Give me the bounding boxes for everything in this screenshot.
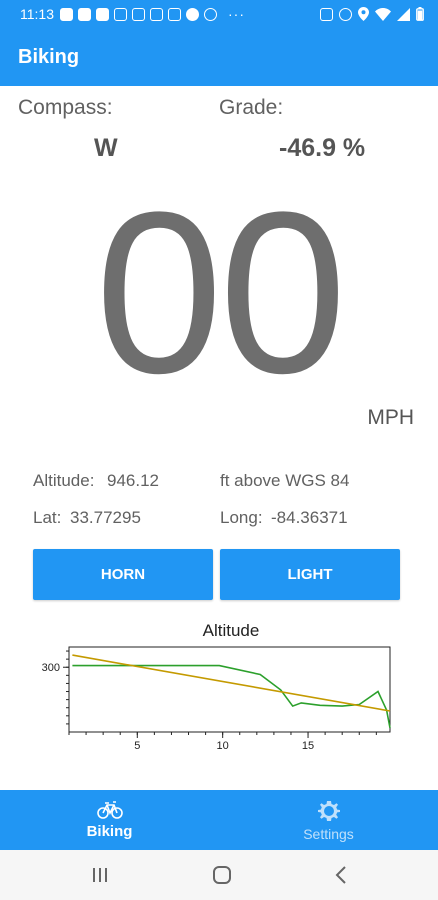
home-icon[interactable]: [212, 865, 232, 885]
system-icons: [320, 7, 424, 21]
status-time: 11:13: [20, 6, 54, 22]
bottom-navigation: Biking Settings: [0, 790, 438, 850]
nfc-icon: [320, 7, 333, 21]
notification-icon: [186, 7, 199, 21]
altitude-chart: 5 10 15 300: [42, 646, 391, 752]
app-bar: Biking: [0, 28, 438, 86]
trend-line: [72, 654, 391, 712]
grade-value: -46.9 %: [279, 134, 366, 162]
app-title: Biking: [18, 45, 80, 68]
latitude-label: Lat:: [33, 508, 62, 527]
notification-icon: [60, 7, 73, 21]
chart-title: Altitude: [202, 621, 260, 640]
signal-icon: [397, 7, 410, 21]
y-tick-label: 300: [42, 662, 60, 674]
nav-item-biking[interactable]: Biking: [0, 790, 219, 850]
altitude-line: [72, 664, 391, 729]
longitude-value: -84.36371: [271, 508, 348, 527]
notification-icon: [204, 7, 217, 21]
speed-value: 00: [95, 164, 347, 421]
grade-label: Grade:: [219, 96, 284, 119]
altitude-value: 946.12: [107, 471, 159, 490]
back-icon[interactable]: [335, 866, 347, 884]
recents-icon[interactable]: [91, 867, 109, 883]
nav-label-settings: Settings: [303, 825, 354, 842]
horn-button[interactable]: HORN: [33, 549, 213, 600]
location-icon: [358, 7, 369, 21]
longitude-label: Long:: [220, 508, 263, 527]
gear-icon: [317, 800, 340, 821]
notification-icon: [168, 7, 181, 21]
alarm-icon: [339, 7, 352, 21]
altitude-label: Altitude:: [33, 471, 95, 490]
x-tick-label: 10: [217, 740, 229, 752]
bike-icon: [96, 801, 123, 819]
notification-icons: ···: [60, 6, 245, 22]
wifi-icon: [375, 7, 391, 21]
system-navigation-bar: [0, 850, 438, 900]
notification-icon: [78, 7, 91, 21]
nav-item-settings[interactable]: Settings: [219, 790, 438, 850]
notification-icon: [150, 7, 163, 21]
more-notifications-icon: ···: [228, 6, 245, 22]
status-bar: 11:13 ···: [0, 0, 438, 28]
battery-icon: [416, 7, 424, 21]
notification-icon: [132, 7, 145, 21]
compass-value: W: [94, 134, 118, 162]
nav-label-biking: Biking: [86, 823, 133, 840]
x-tick-label: 5: [134, 740, 140, 752]
latitude-value: 33.77295: [70, 508, 141, 527]
notification-icon: [114, 7, 127, 21]
altitude-unit: ft above WGS 84: [220, 471, 350, 490]
x-tick-label: 15: [302, 740, 314, 752]
compass-label: Compass:: [18, 96, 113, 119]
speed-unit: MPH: [367, 406, 414, 429]
light-button[interactable]: LIGHT: [220, 549, 400, 600]
plot-frame: [68, 646, 391, 733]
notification-icon: [96, 7, 109, 21]
